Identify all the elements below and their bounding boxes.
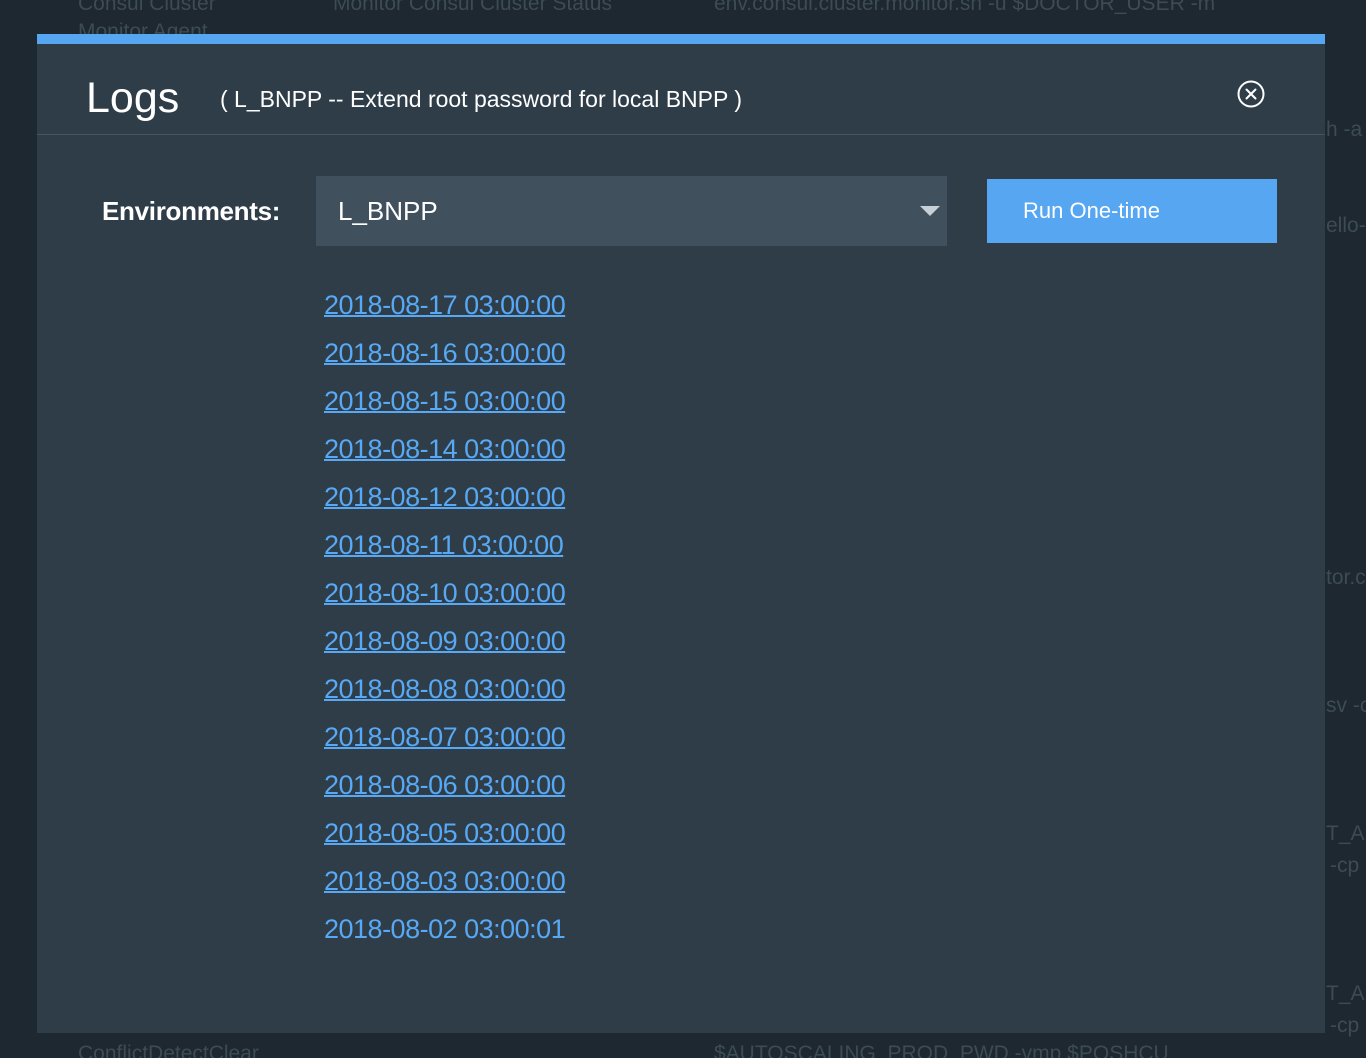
log-entry-link[interactable]: 2018-08-16 03:00:00 — [324, 338, 566, 368]
log-entry-link[interactable]: 2018-08-12 03:00:00 — [324, 482, 566, 512]
list-item: 2018-08-09 03:00:00 — [324, 626, 566, 674]
background-text: $AUTOSCALING_PROD_PWD -vmp $POSHCU — [714, 1042, 1169, 1058]
list-item: 2018-08-07 03:00:00 — [324, 722, 566, 770]
close-icon[interactable] — [1237, 80, 1265, 108]
list-item: 2018-08-10 03:00:00 — [324, 578, 566, 626]
list-item: 2018-08-06 03:00:00 — [324, 770, 566, 818]
log-entry-link[interactable]: 2018-08-09 03:00:00 — [324, 626, 566, 656]
list-item: 2018-08-17 03:00:00 — [324, 290, 566, 338]
log-entry-text: 2018-08-02 03:00:01 — [324, 914, 566, 944]
list-item: 2018-08-11 03:00:00 — [324, 530, 565, 578]
background-text: tor.c — [1326, 566, 1366, 589]
background-text: ConflictDetectClear — [78, 1042, 259, 1058]
run-one-time-button[interactable]: Run One-time — [987, 179, 1277, 243]
background-text: env.consul.cluster.monitor.sh -u $DOCTOR… — [714, 0, 1216, 15]
background-text: sv -c — [1326, 694, 1366, 717]
background-text: Monitor Consul Cluster Status — [333, 0, 612, 15]
list-item: 2018-08-12 03:00:00 — [324, 482, 566, 530]
log-entry-link[interactable]: 2018-08-15 03:00:00 — [324, 386, 566, 416]
background-text: -cp — [1330, 854, 1360, 877]
log-entry-link[interactable]: 2018-08-14 03:00:00 — [324, 434, 566, 464]
log-entry-link[interactable]: 2018-08-10 03:00:00 — [324, 578, 566, 608]
list-item: 2018-08-08 03:00:00 — [324, 674, 566, 722]
modal-subtitle: ( L_BNPP -- Extend root password for loc… — [220, 86, 742, 112]
chevron-down-icon — [920, 206, 940, 216]
background-text: T_AF — [1326, 982, 1366, 1005]
background-text: Consul Cluster — [78, 0, 216, 15]
log-entry-link[interactable]: 2018-08-03 03:00:00 — [324, 866, 566, 896]
log-entry-link[interactable]: 2018-08-17 03:00:00 — [324, 290, 566, 320]
log-entry-link[interactable]: 2018-08-07 03:00:00 — [324, 722, 566, 752]
background-text: -cp — [1330, 1014, 1360, 1037]
modal-header: Logs ( L_BNPP -- Extend root password fo… — [37, 44, 1325, 135]
log-entry-link[interactable]: 2018-08-11 03:00:00 — [324, 530, 564, 560]
log-list: 2018-08-17 03:00:00 2018-08-16 03:00:00 20… — [324, 290, 566, 962]
logs-modal: Logs ( L_BNPP -- Extend root password fo… — [37, 34, 1325, 1033]
environment-select[interactable]: L_BNPP — [316, 176, 947, 246]
background-text: T_AF — [1326, 822, 1366, 845]
environments-label: Environments: — [102, 196, 281, 226]
background-text: ello- — [1326, 214, 1366, 237]
list-item: 2018-08-03 03:00:00 — [324, 866, 566, 914]
list-item: 2018-08-02 03:00:01 — [324, 914, 566, 962]
list-item: 2018-08-15 03:00:00 — [324, 386, 566, 434]
modal-title: Logs — [86, 74, 180, 122]
list-item: 2018-08-05 03:00:00 — [324, 818, 566, 866]
list-item: 2018-08-14 03:00:00 — [324, 434, 566, 482]
log-entry-link[interactable]: 2018-08-08 03:00:00 — [324, 674, 566, 704]
background-text: h -a — [1326, 118, 1363, 141]
environment-select-value: L_BNPP — [338, 196, 438, 226]
list-item: 2018-08-16 03:00:00 — [324, 338, 566, 386]
log-entry-link[interactable]: 2018-08-06 03:00:00 — [324, 770, 566, 800]
log-entry-link[interactable]: 2018-08-05 03:00:00 — [324, 818, 566, 848]
